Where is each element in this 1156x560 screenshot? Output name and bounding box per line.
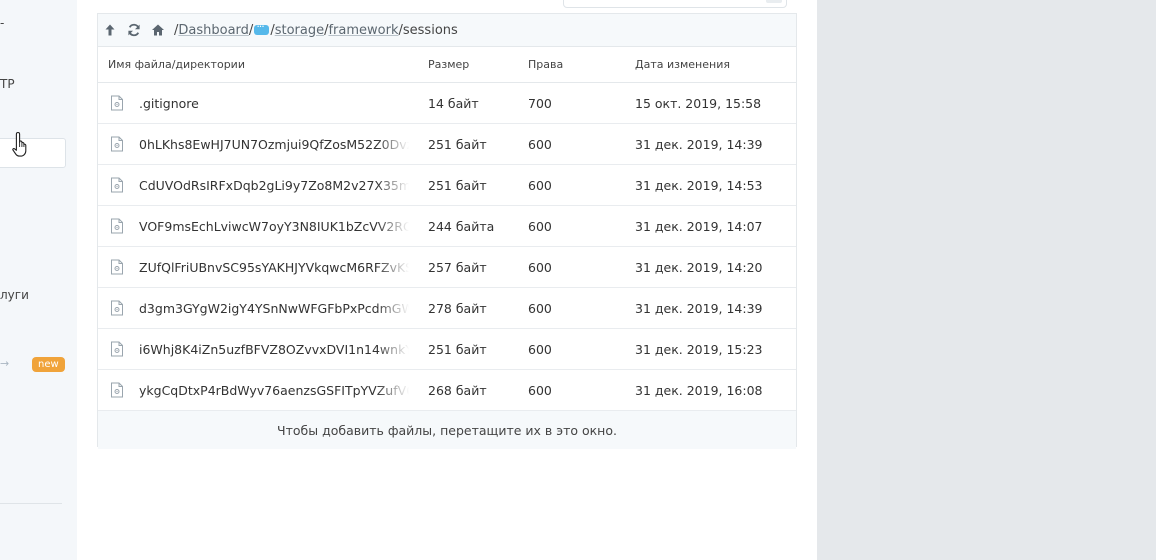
header-date[interactable]: Дата изменения xyxy=(625,58,796,71)
file-name[interactable]: ZUfQlFriUBnvSC95sYAKHJYVkqwcM6RFZvKSg7a xyxy=(139,260,409,275)
file-name[interactable]: i6Whj8K4iZn5uzfBFVZ8OZvvxDVI1n14wnkYpBc xyxy=(139,342,409,357)
file-name[interactable]: 0hLKhs8EwHJ7UN7Ozmjui9QfZosM52Z0DvzGwqt xyxy=(139,137,409,152)
file-name-cell: CdUVOdRsIRFxDqb2gLi9y7Zo8M2v27X35mYxQp1 xyxy=(98,177,418,193)
file-manager: / Dashboard / / storage / framework / se… xyxy=(97,13,797,449)
sidebar-divider xyxy=(0,503,62,504)
breadcrumb-storage[interactable]: storage xyxy=(275,23,324,38)
file-size: 251 байт xyxy=(428,136,487,152)
file-date: 15 окт. 2019, 15:58 xyxy=(635,95,762,111)
file-name[interactable]: ykgCqDtxP4rBdWyv76aenzsGSFITpYVZufV6uEr xyxy=(139,383,409,398)
file-size: 268 байт xyxy=(428,382,487,398)
table-row[interactable]: ZUfQlFriUBnvSC95sYAKHJYVkqwcM6RFZvKSg7a … xyxy=(98,247,796,288)
file-name[interactable]: .gitignore xyxy=(139,96,409,111)
file-icon xyxy=(111,95,123,111)
breadcrumb-framework[interactable]: framework xyxy=(328,23,398,38)
file-perms: 600 xyxy=(528,300,552,316)
file-name-cell: .gitignore xyxy=(98,95,418,111)
breadcrumb: / Dashboard / / storage / framework / se… xyxy=(174,20,458,38)
file-icon xyxy=(111,300,123,316)
file-date: 31 дек. 2019, 15:23 xyxy=(635,341,763,357)
file-icon xyxy=(111,177,123,193)
file-name-cell: i6Whj8K4iZn5uzfBFVZ8OZvvxDVI1n14wnkYpBc xyxy=(98,341,418,357)
table-row[interactable]: d3gm3GYgW2igY4YSnNwWFGFbPxPcdmGWiR2kX 27… xyxy=(98,288,796,329)
file-icon xyxy=(111,259,123,275)
file-name[interactable]: VOF9msEchLviwcW7oyY3N8IUK1bZcVV2ROfJkLm xyxy=(139,219,409,234)
table-row[interactable]: VOF9msEchLviwcW7oyY3N8IUK1bZcVV2ROfJkLm … xyxy=(98,206,796,247)
sidebar-search-box[interactable] xyxy=(0,138,66,168)
header-size[interactable]: Размер xyxy=(418,58,518,71)
table-row[interactable]: ykgCqDtxP4rBdWyv76aenzsGSFITpYVZufV6uEr … xyxy=(98,370,796,411)
main-content: / Dashboard / / storage / framework / se… xyxy=(77,0,817,560)
file-size: 251 байт xyxy=(428,341,487,357)
hand-cursor-icon xyxy=(12,131,27,157)
file-date: 31 дек. 2019, 14:07 xyxy=(635,218,763,234)
sidebar: - TP луги → new xyxy=(0,0,77,560)
file-icon xyxy=(111,341,123,357)
sidebar-dash: - xyxy=(0,16,5,30)
file-perms: 600 xyxy=(528,177,552,193)
file-size: 14 байт xyxy=(428,95,479,111)
file-list: .gitignore 14 байт 700 15 окт. 2019, 15:… xyxy=(98,83,796,411)
file-date: 31 дек. 2019, 16:08 xyxy=(635,382,763,398)
file-perms: 700 xyxy=(528,95,552,111)
file-perms: 600 xyxy=(528,218,552,234)
file-perms: 600 xyxy=(528,341,552,357)
home-icon[interactable] xyxy=(146,14,170,46)
file-perms: 600 xyxy=(528,382,552,398)
file-name-cell: VOF9msEchLviwcW7oyY3N8IUK1bZcVV2ROfJkLm xyxy=(98,218,418,234)
file-name-cell: d3gm3GYgW2igY4YSnNwWFGFbPxPcdmGWiR2kX xyxy=(98,300,418,316)
search-button[interactable] xyxy=(766,0,782,3)
file-perms: 600 xyxy=(528,136,552,152)
file-date: 31 дек. 2019, 14:39 xyxy=(635,136,763,152)
sidebar-item-tp[interactable]: TP xyxy=(0,77,15,91)
new-badge: new xyxy=(32,357,65,372)
file-name-cell: ZUfQlFriUBnvSC95sYAKHJYVkqwcM6RFZvKSg7a xyxy=(98,259,418,275)
breadcrumb-current: sessions xyxy=(402,22,458,38)
header-perms[interactable]: Права xyxy=(518,58,625,71)
file-size: 251 байт xyxy=(428,177,487,193)
table-row[interactable]: 0hLKhs8EwHJ7UN7Ozmjui9QfZosM52Z0DvzGwqt … xyxy=(98,124,796,165)
file-name-cell: 0hLKhs8EwHJ7UN7Ozmjui9QfZosM52Z0DvzGwqt xyxy=(98,136,418,152)
table-row[interactable]: i6Whj8K4iZn5uzfBFVZ8OZvvxDVI1n14wnkYpBc … xyxy=(98,329,796,370)
file-date: 31 дек. 2019, 14:39 xyxy=(635,300,763,316)
refresh-icon[interactable] xyxy=(122,14,146,46)
table-header: Имя файла/директории Размер Права Дата и… xyxy=(98,47,796,83)
file-name-cell: ykgCqDtxP4rBdWyv76aenzsGSFITpYVZufV6uEr xyxy=(98,382,418,398)
file-manager-toolbar: / Dashboard / / storage / framework / se… xyxy=(98,14,796,47)
breadcrumb-dashboard[interactable]: Dashboard xyxy=(178,23,249,38)
file-size: 257 байт xyxy=(428,259,487,275)
breadcrumb-ellipsis-button[interactable] xyxy=(254,20,270,35)
table-row[interactable]: .gitignore 14 байт 700 15 окт. 2019, 15:… xyxy=(98,83,796,124)
search-input[interactable] xyxy=(563,0,787,8)
drop-hint: Чтобы добавить файлы, перетащите их в эт… xyxy=(98,411,796,449)
arrow-up-icon[interactable] xyxy=(98,14,122,46)
file-size: 244 байта xyxy=(428,218,495,234)
file-size: 278 байт xyxy=(428,300,487,316)
file-icon xyxy=(111,218,123,234)
file-icon xyxy=(111,136,123,152)
breadcrumb-separator: / xyxy=(248,22,254,38)
sidebar-arrow-icon: → xyxy=(0,357,10,370)
file-icon xyxy=(111,382,123,398)
sidebar-item-services[interactable]: луги xyxy=(0,288,29,302)
file-date: 31 дек. 2019, 14:53 xyxy=(635,177,763,193)
table-row[interactable]: CdUVOdRsIRFxDqb2gLi9y7Zo8M2v27X35mYxQp1 … xyxy=(98,165,796,206)
file-date: 31 дек. 2019, 14:20 xyxy=(635,259,763,275)
file-name[interactable]: d3gm3GYgW2igY4YSnNwWFGFbPxPcdmGWiR2kX xyxy=(139,301,409,316)
file-name[interactable]: CdUVOdRsIRFxDqb2gLi9y7Zo8M2v27X35mYxQp1 xyxy=(139,178,409,193)
file-perms: 600 xyxy=(528,259,552,275)
header-name[interactable]: Имя файла/директории xyxy=(98,58,418,71)
